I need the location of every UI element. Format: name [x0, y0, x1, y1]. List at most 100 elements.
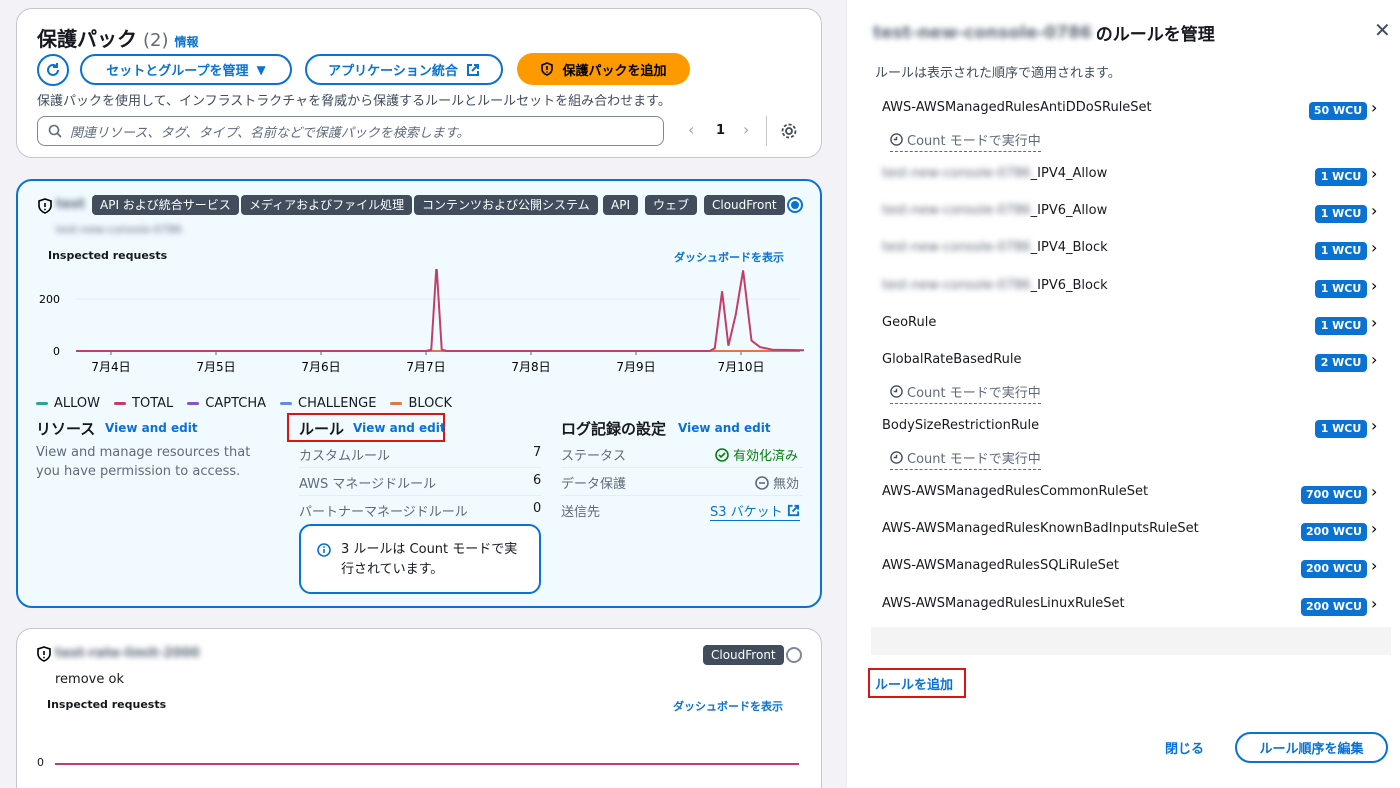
- header-description: 保護パックを使用して、インフラストラクチャを脅威から保護するルールとルールセット…: [37, 94, 671, 109]
- rule-name: _IPV4_Block: [1030, 240, 1108, 256]
- add-protection-pack-button[interactable]: 保護パックを追加: [517, 53, 690, 85]
- logging-status-value: 有効化済み: [715, 445, 798, 464]
- wcu-badge: 1 WCU: [1315, 242, 1367, 261]
- chevron-right-icon[interactable]: ›: [1371, 594, 1377, 613]
- edit-rule-order-button[interactable]: ルール順序を編集: [1235, 732, 1388, 763]
- count-mode-indicator: Count モードで実行中: [890, 448, 1041, 470]
- application-integration-button[interactable]: アプリケーション統合: [305, 54, 503, 85]
- pack-subname: test-new-console-0786: [56, 223, 182, 236]
- legend-item-captcha[interactable]: CAPTCHA: [187, 396, 266, 411]
- rules-row-label: AWS マネージドルール: [299, 477, 437, 492]
- rules-row-label: パートナーマネージドルール: [299, 505, 468, 520]
- tag-cloudfront: CloudFront: [703, 645, 784, 665]
- search-input-wrapper[interactable]: 関連リソース、タグ、タイプ、名前などで保護パックを検索します。: [37, 116, 664, 146]
- x-tick-label: 7月10日: [718, 360, 765, 374]
- x-tick-label: 7月5日: [196, 360, 235, 374]
- resources-title: リソース: [36, 420, 96, 438]
- chevron-right-icon[interactable]: ›: [1371, 164, 1377, 183]
- legend-item-total[interactable]: TOTAL: [114, 396, 173, 411]
- wcu-badge: 1 WCU: [1315, 205, 1367, 224]
- legend-swatch: [280, 402, 292, 405]
- shield-icon: [541, 62, 554, 76]
- inspected-requests-label: Inspected requests: [47, 698, 167, 711]
- legend-item-block[interactable]: BLOCK: [390, 396, 452, 411]
- close-button[interactable]: 閉じる: [1165, 738, 1204, 757]
- rules-row-value: 0: [533, 501, 542, 516]
- wcu-badge: 50 WCU: [1309, 102, 1367, 120]
- refresh-icon: [47, 63, 59, 76]
- wcu-badge: 200 WCU: [1301, 523, 1367, 542]
- rule-name: AWS-AWSManagedRulesKnownBadInputsRuleSet: [882, 521, 1199, 537]
- tag-media-file: メディアおよびファイル処理: [241, 195, 413, 215]
- rule-name: _IPV6_Allow: [1030, 203, 1108, 219]
- protection-packs-header-card: 保護パック (2) 情報 セットとグループを管理 ▼ アプリケーション統合 保護…: [16, 8, 822, 158]
- chevron-right-icon[interactable]: ›: [1371, 482, 1377, 501]
- pack-select-radio[interactable]: [786, 647, 802, 663]
- legend-item-challenge[interactable]: CHALLENGE: [280, 396, 376, 411]
- prev-page-icon[interactable]: ‹: [688, 120, 694, 139]
- protection-pack-card[interactable]: test-rate-limit-2000 CloudFront remove o…: [16, 628, 822, 788]
- chevron-right-icon[interactable]: ›: [1371, 350, 1377, 369]
- tag-content-publishing: コンテンツおよび公開システム: [414, 195, 598, 215]
- chevron-right-icon[interactable]: ›: [1371, 416, 1377, 435]
- rule-name: GlobalRateBasedRule: [882, 352, 1022, 367]
- count-mode-indicator: Count モードで実行中: [890, 130, 1041, 152]
- logging-data-protection-value: 無効: [755, 473, 799, 492]
- chevron-right-icon[interactable]: ›: [1371, 556, 1377, 575]
- add-rule-link[interactable]: ルールを追加: [875, 674, 953, 693]
- logging-status-label: ステータス: [561, 449, 627, 464]
- page-title: 保護パック: [37, 27, 137, 51]
- refresh-button[interactable]: [37, 54, 69, 86]
- tag-cloudfront: CloudFront: [704, 195, 785, 215]
- info-icon: [317, 543, 331, 557]
- clock-icon: [890, 133, 903, 146]
- rules-row-value: 7: [533, 445, 542, 460]
- next-page-icon[interactable]: ›: [743, 120, 749, 139]
- rule-name-blurred: test-new-console-0786: [882, 277, 1031, 293]
- x-tick-label: 7月8日: [511, 360, 550, 374]
- shield-icon: [38, 198, 52, 214]
- inspected-requests-chart: 0 200 7月4日 7月5日 7月6日 7月7日 7月8日 7月9日 7月10日: [39, 269, 805, 374]
- rule-name-blurred: test-new-console-0786: [882, 203, 1031, 219]
- chevron-right-icon[interactable]: ›: [1371, 201, 1377, 220]
- s3-bucket-link[interactable]: S3 バケット: [710, 501, 800, 521]
- pack-select-radio[interactable]: [787, 197, 803, 213]
- chevron-right-icon[interactable]: ›: [1371, 313, 1377, 332]
- manage-sets-groups-button[interactable]: セットとグループを管理 ▼: [80, 54, 292, 85]
- chevron-right-icon[interactable]: ›: [1371, 98, 1377, 117]
- logging-view-edit-link[interactable]: View and edit: [678, 421, 771, 435]
- panel-subtitle: ルールは表示された順序で適用されます。: [875, 66, 1121, 81]
- manage-rules-panel: test-new-console-0786 のルールを管理 ✕ ルールは表示され…: [846, 0, 1400, 788]
- legend-item-allow[interactable]: ALLOW: [36, 396, 100, 411]
- settings-gear-icon[interactable]: [780, 122, 798, 140]
- rules-view-edit-link[interactable]: View and edit: [353, 421, 446, 435]
- page-number[interactable]: 1: [716, 123, 725, 138]
- wcu-badge: 200 WCU: [1301, 597, 1367, 616]
- legend-label: BLOCK: [408, 396, 453, 411]
- search-input[interactable]: 関連リソース、タグ、タイプ、名前などで保護パックを検索します。: [70, 122, 470, 141]
- legend-label: ALLOW: [54, 396, 101, 411]
- rule-name: AWS-AWSManagedRulesSQLiRuleSet: [882, 558, 1119, 574]
- chart-legend: ALLOW TOTAL CAPTCHA CHALLENGE BLOCK: [36, 396, 452, 411]
- rules-row-label: カスタムルール: [299, 449, 391, 464]
- rule-name: BodySizeRestrictionRule: [882, 418, 1040, 433]
- x-tick-label: 7月4日: [91, 360, 130, 374]
- chevron-right-icon[interactable]: ›: [1371, 238, 1377, 257]
- x-tick-label: 7月7日: [406, 360, 445, 374]
- caret-down-icon: ▼: [256, 62, 266, 77]
- count-mode-info-text: 3 ルールは Count モードで実行されています。: [341, 542, 518, 577]
- legend-swatch: [36, 402, 48, 405]
- view-dashboard-link[interactable]: ダッシュボードを表示: [674, 249, 784, 265]
- info-link[interactable]: 情報: [175, 33, 199, 50]
- close-icon[interactable]: ✕: [1374, 18, 1391, 42]
- protection-pack-card-selected[interactable]: test API および統合サービス メディアおよびファイル処理 コンテンツおよ…: [16, 179, 822, 608]
- y-tick-label: 0: [53, 345, 60, 358]
- chevron-right-icon[interactable]: ›: [1371, 276, 1377, 295]
- tag-api-integration: API および統合サービス: [92, 195, 239, 215]
- view-dashboard-link[interactable]: ダッシュボードを表示: [673, 698, 783, 714]
- panel-title-blurred: test-new-console-0786: [873, 22, 1092, 43]
- logging-destination-label: 送信先: [561, 505, 601, 520]
- check-circle-icon: [715, 447, 729, 462]
- resources-view-edit-link[interactable]: View and edit: [105, 421, 198, 435]
- chevron-right-icon[interactable]: ›: [1371, 519, 1377, 538]
